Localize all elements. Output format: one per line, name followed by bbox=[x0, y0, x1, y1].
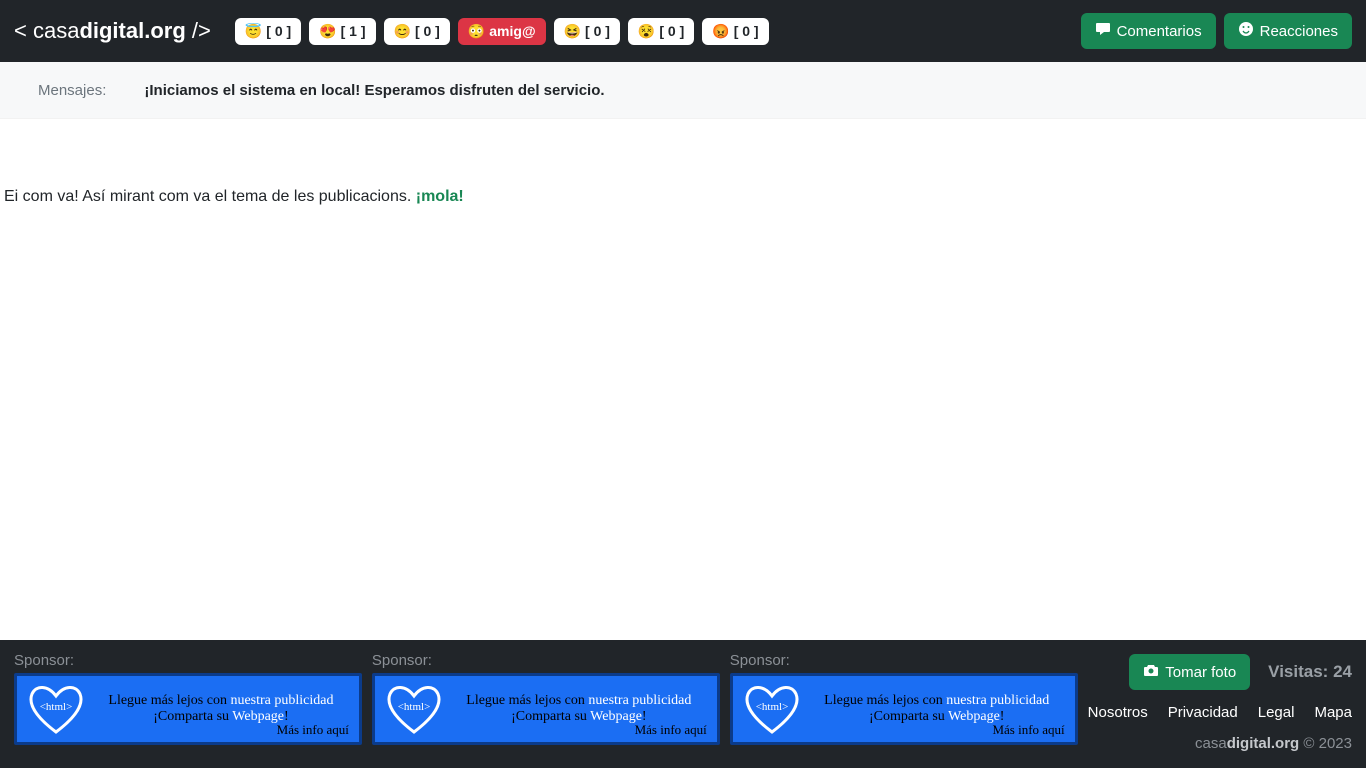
messages-text: ¡Iniciamos el sistema en local! Esperamo… bbox=[144, 82, 604, 99]
footer-right: Tomar foto Visitas: 24 Nosotros Privacid… bbox=[1088, 652, 1352, 752]
reaction-button-4[interactable]: 😆[ 0 ] bbox=[554, 18, 620, 45]
reactions-button[interactable]: Reacciones bbox=[1224, 13, 1352, 49]
sponsor-label: Sponsor: bbox=[372, 652, 720, 669]
main-content: Ei com va! Así mirant com va el tema de … bbox=[0, 118, 1366, 640]
reaction-emoji-icon: 😳 bbox=[468, 23, 485, 40]
reaction-count: [ 0 ] bbox=[659, 23, 684, 39]
footer-right-top: Tomar foto Visitas: 24 bbox=[1129, 654, 1352, 690]
sponsor-slot-2: Sponsor: <html> Llegue más lejos con nue… bbox=[372, 652, 720, 745]
reaction-emoji-icon: 😡 bbox=[712, 23, 729, 40]
banner-text: Llegue más lejos con nuestra publicidad … bbox=[87, 693, 351, 725]
banner-more: Más info aquí bbox=[635, 722, 707, 738]
banner-text: Llegue más lejos con nuestra publicidad … bbox=[803, 693, 1067, 725]
smile-icon bbox=[1238, 21, 1254, 41]
banner-more: Más info aquí bbox=[277, 722, 349, 738]
sponsor-banner[interactable]: <html> Llegue más lejos con nuestra publ… bbox=[372, 673, 720, 745]
footer-links: Nosotros Privacidad Legal Mapa bbox=[1088, 704, 1352, 721]
sponsor-label: Sponsor: bbox=[730, 652, 1078, 669]
top-actions: Comentarios Reacciones bbox=[1081, 13, 1352, 49]
copyright: casadigital.org © 2023 bbox=[1195, 735, 1352, 752]
reaction-emoji-icon: 😊 bbox=[394, 23, 411, 40]
reaction-emoji-icon: 😵 bbox=[638, 23, 655, 40]
reaction-button-2[interactable]: 😊[ 0 ] bbox=[384, 18, 450, 45]
reaction-button-5[interactable]: 😵[ 0 ] bbox=[628, 18, 694, 45]
reaction-count: [ 0 ] bbox=[585, 23, 610, 39]
banner-more: Más info aquí bbox=[992, 722, 1064, 738]
reaction-button-6[interactable]: 😡 [ 0 ] bbox=[702, 18, 768, 45]
reaction-label: amig@ bbox=[489, 23, 535, 39]
post-highlight: ¡mola! bbox=[416, 188, 464, 205]
reaction-count: [ 0 ] bbox=[266, 23, 291, 39]
logo-suffix: /> bbox=[186, 18, 211, 43]
sponsor-slot-3: Sponsor: <html> Llegue más lejos con nue… bbox=[730, 652, 1078, 745]
comments-label: Comentarios bbox=[1117, 23, 1202, 40]
link-nosotros[interactable]: Nosotros bbox=[1088, 704, 1148, 721]
heart-html-icon: <html> bbox=[741, 681, 803, 737]
logo-prefix: < casa bbox=[14, 18, 79, 43]
top-bar: < casadigital.org /> 😇[ 0 ]😍[ 1 ]😊[ 0 ]😳… bbox=[0, 0, 1366, 62]
sponsor-slot-1: Sponsor: <html> Llegue más lejos con nue… bbox=[14, 652, 362, 745]
reaction-emoji-icon: 😍 bbox=[319, 23, 336, 40]
reaction-bar: 😇[ 0 ]😍[ 1 ]😊[ 0 ]😳amig@😆[ 0 ]😵[ 0 ]😡[ 0… bbox=[235, 18, 769, 45]
reaction-count: [ 0 ] bbox=[734, 23, 759, 39]
reactions-label: Reacciones bbox=[1260, 23, 1338, 40]
chat-icon bbox=[1095, 21, 1111, 41]
svg-text:<html>: <html> bbox=[40, 701, 73, 713]
reaction-button-0[interactable]: 😇[ 0 ] bbox=[235, 18, 301, 45]
reaction-button-1[interactable]: 😍 [ 1 ] bbox=[309, 18, 375, 45]
reaction-emoji-icon: 😇 bbox=[245, 23, 262, 40]
camera-icon bbox=[1143, 662, 1159, 682]
svg-text:<html>: <html> bbox=[398, 701, 431, 713]
logo-bold: digital.org bbox=[79, 18, 185, 43]
post-body: Ei com va! Así mirant com va el tema de … bbox=[4, 188, 1362, 206]
messages-bar: Mensajes: ¡Iniciamos el sistema en local… bbox=[0, 62, 1366, 118]
svg-text:<html>: <html> bbox=[755, 701, 788, 713]
take-photo-label: Tomar foto bbox=[1165, 664, 1236, 681]
link-mapa[interactable]: Mapa bbox=[1314, 704, 1352, 721]
link-legal[interactable]: Legal bbox=[1258, 704, 1295, 721]
heart-html-icon: <html> bbox=[383, 681, 445, 737]
site-logo[interactable]: < casadigital.org /> bbox=[14, 18, 211, 44]
reaction-emoji-icon: 😆 bbox=[564, 23, 581, 40]
link-privacidad[interactable]: Privacidad bbox=[1168, 704, 1238, 721]
reaction-count: [ 1 ] bbox=[341, 23, 366, 39]
heart-html-icon: <html> bbox=[25, 681, 87, 737]
footer-row: Sponsor: <html> Llegue más lejos con nue… bbox=[14, 652, 1352, 752]
banner-text: Llegue más lejos con nuestra publicidad … bbox=[445, 693, 709, 725]
comments-button[interactable]: Comentarios bbox=[1081, 13, 1216, 49]
post-text: Ei com va! Así mirant com va el tema de … bbox=[4, 188, 416, 205]
take-photo-button[interactable]: Tomar foto bbox=[1129, 654, 1250, 690]
sponsor-label: Sponsor: bbox=[14, 652, 362, 669]
sponsor-banner[interactable]: <html> Llegue más lejos con nuestra publ… bbox=[14, 673, 362, 745]
sponsor-banner[interactable]: <html> Llegue más lejos con nuestra publ… bbox=[730, 673, 1078, 745]
reaction-button-3[interactable]: 😳amig@ bbox=[458, 18, 546, 45]
reaction-count: [ 0 ] bbox=[415, 23, 440, 39]
messages-label: Mensajes: bbox=[38, 82, 106, 99]
footer: Sponsor: <html> Llegue más lejos con nue… bbox=[0, 640, 1366, 768]
visits-counter: Visitas: 24 bbox=[1268, 662, 1352, 682]
